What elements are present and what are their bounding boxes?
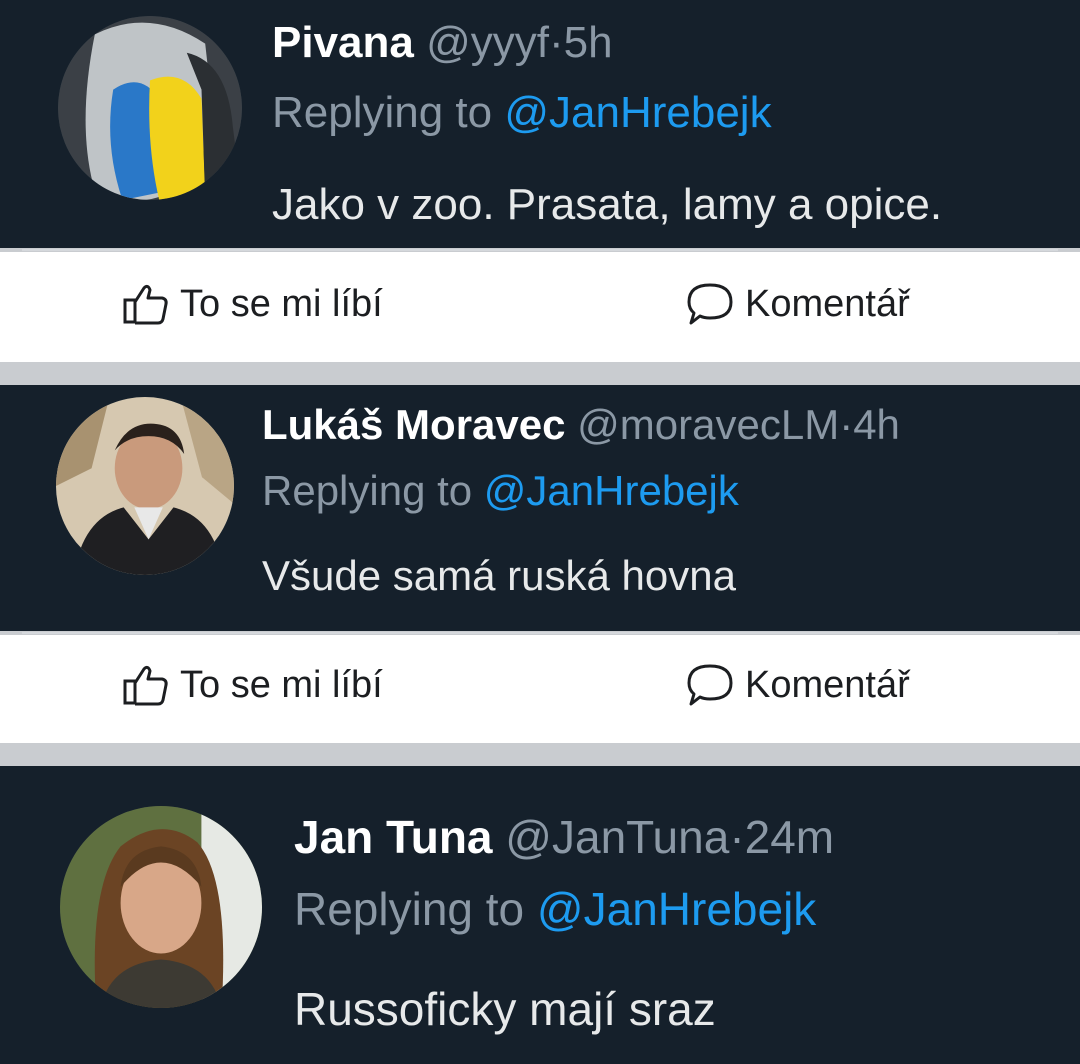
like-label: To se mi líbí: [180, 282, 383, 325]
avatar-long-hair-man-icon: [60, 806, 262, 1008]
tweet-card: Lukáš Moravec @moravecLM·4h Replying to …: [0, 385, 1080, 631]
tweet-card: Pivana @yyyf·5h Replying to @JanHrebejk …: [0, 0, 1080, 248]
tweet-header: Jan Tuna @JanTuna·24m: [294, 810, 834, 864]
action-bar: To se mi líbí Komentář: [0, 252, 1080, 362]
separator-dot: ·: [549, 18, 564, 67]
user-avatar[interactable]: [56, 397, 234, 575]
action-bar: To se mi líbí Komentář: [0, 635, 1080, 743]
tweet-card: Jan Tuna @JanTuna·24m Replying to @JanHr…: [0, 766, 1080, 1064]
timestamp[interactable]: 4h: [853, 401, 900, 448]
user-avatar[interactable]: [60, 806, 262, 1008]
separator-dot: ·: [839, 401, 854, 448]
comment-label: Komentář: [745, 282, 910, 325]
comment-bubble-icon: [687, 283, 733, 325]
mention-link[interactable]: @JanHrebejk: [504, 88, 771, 137]
like-label: To se mi líbí: [180, 663, 383, 706]
replying-to-label: Replying to: [272, 88, 505, 137]
replying-to-line: Replying to @JanHrebejk: [272, 88, 772, 138]
timestamp[interactable]: 5h: [564, 18, 613, 67]
comment-label: Komentář: [745, 663, 910, 706]
display-name[interactable]: Jan Tuna: [294, 811, 493, 863]
thumbs-up-icon: [123, 665, 168, 706]
user-avatar[interactable]: [58, 16, 242, 200]
mention-link[interactable]: @JanHrebejk: [484, 467, 739, 514]
divider: [22, 249, 1058, 251]
comment-bubble-icon: [687, 664, 733, 706]
avatar-blue-yellow-hair-icon: [58, 16, 242, 200]
mention-link[interactable]: @JanHrebejk: [537, 883, 816, 935]
replying-to-label: Replying to: [294, 883, 537, 935]
like-button[interactable]: To se mi líbí: [122, 663, 383, 707]
like-button[interactable]: To se mi líbí: [122, 282, 383, 326]
user-handle[interactable]: @yyyf: [426, 18, 549, 67]
display-name[interactable]: Lukáš Moravec: [262, 401, 565, 448]
user-handle[interactable]: @moravecLM: [577, 401, 839, 448]
timestamp[interactable]: 24m: [745, 811, 834, 863]
tweet-header: Pivana @yyyf·5h: [272, 18, 613, 68]
avatar-man-suit-icon: [56, 397, 234, 575]
replying-to-line: Replying to @JanHrebejk: [294, 882, 816, 936]
tweet-header: Lukáš Moravec @moravecLM·4h: [262, 401, 900, 449]
replying-to-line: Replying to @JanHrebejk: [262, 467, 739, 515]
tweet-text: Russoficky mají sraz: [294, 983, 716, 1035]
divider: [22, 632, 1058, 634]
tweet-text: Jako v zoo. Prasata, lamy a opice.: [272, 180, 943, 229]
replying-to-label: Replying to: [262, 467, 484, 514]
thumbs-up-icon: [123, 284, 168, 325]
user-handle[interactable]: @JanTuna: [505, 811, 729, 863]
separator-dot: ·: [729, 811, 745, 863]
tweet-text: Všude samá ruská hovna: [262, 552, 736, 599]
display-name[interactable]: Pivana: [272, 18, 414, 67]
comment-button[interactable]: Komentář: [685, 282, 910, 326]
comment-button[interactable]: Komentář: [685, 663, 910, 707]
